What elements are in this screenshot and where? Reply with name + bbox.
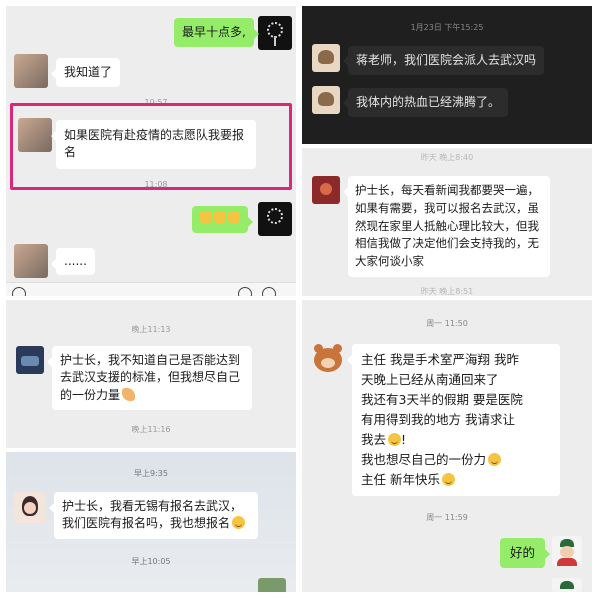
chat-panel-bottom-right: 周一 11:50 主任 我是手术室严海翔 我昨 天晚上已经从南通回来了 我还有3…: [302, 300, 592, 592]
thumbs-up-icon: [200, 211, 212, 223]
flexed-biceps-icon: [122, 387, 136, 401]
message-bubble[interactable]: [192, 206, 253, 234]
determined-face-icon: [488, 453, 502, 466]
thumbs-up-icon: [228, 211, 240, 223]
timestamp: 晚上11:13: [131, 325, 171, 334]
message-bubble[interactable]: 护士长，每天看新闻我都要哭一遍，如果有需要，我可以报名去武汉，虽然现在家里人抵触…: [343, 176, 550, 278]
highlight-box: [10, 103, 292, 190]
message-bubble[interactable]: 最早十点多,: [174, 18, 259, 48]
message-bubble[interactable]: 蒋老师，我们医院会派人去武汉吗: [342, 46, 545, 76]
avatar-contact[interactable]: [312, 176, 340, 204]
timestamp: 昨天 晚上8:51: [420, 287, 474, 296]
message-bubble[interactable]: 护士长，我不知道自己是否能达到去武汉支援的标准，但我想尽自己的一份力量: [47, 346, 252, 411]
avatar-contact[interactable]: [16, 346, 44, 374]
avatar-contact[interactable]: [258, 578, 286, 592]
avatar-self[interactable]: [552, 578, 582, 592]
timestamp: 1月23日 下午15:25: [410, 23, 484, 32]
message-bubble[interactable]: 主任 我是手术室严海翔 我昨 天晚上已经从南通回来了 我还有3天半的假期 要是医…: [347, 344, 560, 496]
timestamp: 晚上11:16: [131, 425, 171, 434]
avatar-self[interactable]: [258, 16, 292, 50]
input-bar: [6, 282, 296, 296]
avatar-self[interactable]: [552, 536, 582, 566]
voice-icon[interactable]: [12, 287, 26, 296]
timestamp: 昨天 晚上8:40: [420, 153, 474, 162]
emoji-icon[interactable]: [238, 287, 252, 296]
message-bubble[interactable]: 我知道了: [50, 58, 121, 88]
timestamp: 早上10:05: [131, 557, 171, 566]
pleading-face-icon: [388, 433, 402, 446]
timestamp: 周一 11:50: [426, 319, 468, 328]
avatar-contact[interactable]: [14, 492, 46, 524]
plus-icon[interactable]: [262, 287, 276, 296]
avatar-contact[interactable]: [312, 86, 340, 114]
avatar-contact[interactable]: [14, 244, 48, 278]
avatar-contact[interactable]: [312, 342, 344, 374]
chat-panel-bottom-left: 早上9:35 护士长，我看无锡有报名去武汉，我们医院有报名吗，我也想报名 早上1…: [6, 452, 296, 592]
avatar-contact[interactable]: [14, 54, 48, 88]
smiling-face-icon: [232, 516, 246, 530]
message-bubble[interactable]: 我体内的热血已经沸腾了。: [342, 88, 509, 118]
timestamp: 早上9:35: [134, 469, 168, 478]
avatar-self[interactable]: [258, 202, 292, 236]
chat-panel-middle-right: 昨天 晚上8:40 护士长，每天看新闻我都要哭一遍，如果有需要，我可以报名去武汉…: [302, 148, 592, 296]
dandelion-icon: [267, 208, 283, 224]
message-bubble[interactable]: 好的: [500, 538, 551, 569]
thumbs-up-icon: [214, 211, 226, 223]
avatar-contact[interactable]: [312, 44, 340, 72]
party-face-icon: [441, 473, 455, 486]
timestamp: 周一 11:59: [426, 513, 468, 522]
message-bubble[interactable]: ......: [51, 248, 95, 276]
message-bubble[interactable]: 护士长，我看无锡有报名去武汉，我们医院有报名吗，我也想报名: [49, 492, 258, 539]
chat-panel-top-right: 1月23日 下午15:25 蒋老师，我们医院会派人去武汉吗 我体内的热血已经沸腾…: [302, 6, 592, 144]
chat-panel-middle-left: 晚上11:13 护士长，我不知道自己是否能达到去武汉支援的标准，但我想尽自己的一…: [6, 300, 296, 448]
